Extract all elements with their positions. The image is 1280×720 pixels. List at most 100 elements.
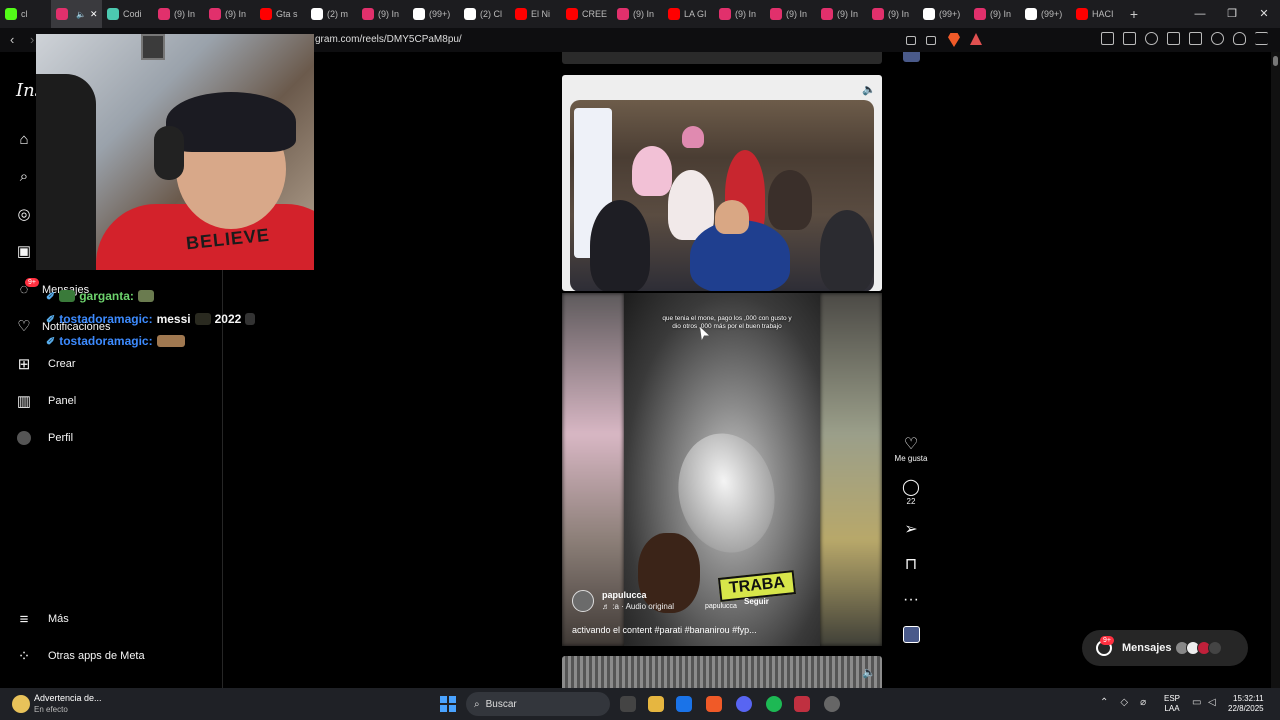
sidebar-item-home[interactable]: ⌂: [16, 130, 32, 148]
browser-tab[interactable]: (9) In: [969, 0, 1020, 28]
display-icon[interactable]: ▭: [1192, 697, 1201, 708]
browser-tab[interactable]: (9) In: [153, 0, 204, 28]
bing-icon[interactable]: [676, 696, 692, 712]
scrollbar-thumb[interactable]: [1273, 56, 1278, 66]
tab-close-icon[interactable]: ✕: [90, 9, 98, 20]
tab-label: (9) In: [990, 9, 1012, 19]
page-scrollbar[interactable]: [1271, 52, 1280, 688]
browser-tab[interactable]: (9) In: [714, 0, 765, 28]
save-button[interactable]: ⊓: [888, 556, 934, 574]
browser-tab[interactable]: (9) In: [204, 0, 255, 28]
mic-icon[interactable]: ⌀: [1140, 697, 1146, 708]
volume-icon[interactable]: ◁: [1208, 697, 1216, 708]
reel-author-avatar[interactable]: [572, 590, 594, 612]
wallet-icon[interactable]: [1189, 32, 1202, 45]
browser-tab[interactable]: CREE: [561, 0, 612, 28]
browser-tab[interactable]: (2) m: [306, 0, 357, 28]
sidebar-item-create[interactable]: ⊞ Crear: [16, 356, 76, 373]
browser-tab[interactable]: (99+): [408, 0, 459, 28]
reel-card-previous[interactable]: 🔈: [562, 75, 882, 291]
extensions-icon[interactable]: [1101, 32, 1114, 45]
browser-tab[interactable]: (9) In: [765, 0, 816, 28]
speaker-icon[interactable]: 🔈: [862, 666, 876, 679]
comment-count: 22: [906, 497, 916, 506]
start-icon[interactable]: [440, 696, 456, 712]
ai-icon[interactable]: [1211, 32, 1224, 45]
browser-tab[interactable]: (99+): [1020, 0, 1071, 28]
chevron-up-icon[interactable]: ⌃: [1100, 697, 1108, 708]
file-explorer-icon[interactable]: [648, 696, 664, 712]
sidebar-item-meta-apps[interactable]: ⁘ Otras apps de Meta: [16, 648, 145, 665]
browser-tab[interactable]: (9) In: [867, 0, 918, 28]
more-options-button[interactable]: ···: [888, 591, 934, 609]
browser-tab[interactable]: (9) In: [612, 0, 663, 28]
reel-card-current[interactable]: que tenia el mone, pago los ,000 con gus…: [562, 293, 882, 646]
tab-favicon-icon: [821, 8, 833, 20]
vpn-icon[interactable]: [1233, 32, 1246, 45]
close-window-icon[interactable]: ✕: [1248, 0, 1280, 28]
app-icon[interactable]: [794, 696, 810, 712]
reel-author-name[interactable]: papulucca: [602, 590, 647, 600]
screenshot-icon[interactable]: [1123, 32, 1136, 45]
back-icon[interactable]: ‹: [10, 32, 14, 47]
reel-card-next[interactable]: 🔈: [562, 656, 882, 688]
task-view-icon[interactable]: [620, 696, 636, 712]
browser-tab[interactable]: cl: [0, 0, 51, 28]
sidebar-item-profile[interactable]: Perfil: [16, 430, 73, 446]
new-tab-button[interactable]: +: [1122, 6, 1146, 22]
sidebar-item-notifications[interactable]: ♡ Notificaciones: [16, 318, 110, 335]
home-icon: ⌂: [19, 130, 29, 148]
reel-audio-link[interactable]: ♬ :a · Audio original: [602, 602, 674, 611]
browser-tab[interactable]: HACI: [1071, 0, 1122, 28]
cast-icon[interactable]: [906, 36, 916, 45]
previous-reel-edge[interactable]: [562, 52, 882, 64]
network-icon[interactable]: ◇: [1120, 697, 1128, 708]
music-icon[interactable]: [1145, 32, 1158, 45]
tab-audio-icon[interactable]: 🔈: [76, 10, 86, 19]
share-button[interactable]: ➢: [888, 521, 934, 539]
browser-tab[interactable]: (99+): [918, 0, 969, 28]
browser-tab[interactable]: Codi: [102, 0, 153, 28]
tab-label: CREE: [582, 9, 607, 19]
speaker-icon[interactable]: 🔈: [862, 83, 876, 96]
language-indicator[interactable]: ESP LAA: [1164, 694, 1180, 714]
spotify-icon[interactable]: [766, 696, 782, 712]
browser-tab[interactable]: (9) In: [816, 0, 867, 28]
like-button[interactable]: ♡ Me gusta: [888, 436, 934, 463]
follow-button[interactable]: Seguir: [744, 597, 769, 606]
previous-audio-thumb[interactable]: [903, 52, 920, 62]
sidebar-item-panel[interactable]: ▥ Panel: [16, 393, 76, 410]
url-text[interactable]: gram.com/reels/DMY5CPaM8pu/: [315, 34, 462, 45]
browser-tab[interactable]: Gta s: [255, 0, 306, 28]
sidebar-item-reels[interactable]: ▣: [16, 243, 32, 260]
sidebar-toggle-icon[interactable]: [1167, 32, 1180, 45]
browser-tab[interactable]: 🔈 ✕: [51, 0, 102, 28]
browser-tab[interactable]: (2) Cl: [459, 0, 510, 28]
hamburger-icon: ≡: [19, 610, 29, 628]
browser-tab[interactable]: El Ni: [510, 0, 561, 28]
brave-taskbar-icon[interactable]: [706, 696, 722, 712]
comment-button[interactable]: ◯ 22: [888, 479, 934, 506]
tab-label: cl: [21, 9, 28, 19]
taskbar-search[interactable]: ⌕ Buscar: [466, 692, 610, 716]
share-icon[interactable]: [926, 36, 936, 45]
sidebar-item-search[interactable]: ⌕: [16, 168, 32, 185]
forward-icon[interactable]: ›: [30, 32, 34, 47]
minimize-icon[interactable]: —: [1184, 0, 1216, 28]
reel-description[interactable]: activando el content #parati #bananirou …: [572, 625, 757, 635]
maximize-icon[interactable]: ❐: [1216, 0, 1248, 28]
weather-title[interactable]: Advertencia de...: [34, 693, 102, 703]
sidebar-item-more[interactable]: ≡ Más: [16, 610, 69, 628]
tab-favicon-icon: [158, 8, 170, 20]
browser-tab[interactable]: LA GI: [663, 0, 714, 28]
weather-subtitle[interactable]: En efecto: [34, 705, 68, 714]
taskbar-clock[interactable]: 15:32:11 22/8/2025: [1228, 694, 1264, 714]
menu-icon[interactable]: [1255, 32, 1268, 45]
browser-tab[interactable]: (9) In: [357, 0, 408, 28]
weather-alert-icon[interactable]: [12, 695, 30, 713]
tab-label: (9) In: [888, 9, 910, 19]
app-icon[interactable]: [824, 696, 840, 712]
audio-thumbnail[interactable]: [903, 626, 920, 643]
discord-icon[interactable]: [736, 696, 752, 712]
sidebar-item-explore[interactable]: ◎: [16, 206, 32, 223]
